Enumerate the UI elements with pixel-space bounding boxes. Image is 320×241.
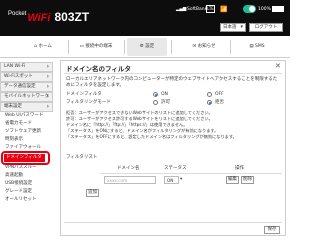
tab-notices[interactable]: ✉ お知らせ bbox=[184, 38, 224, 56]
note-line: 「ステータス」をONにすると、ドメイン名がフィルタリングが有効になります。 bbox=[66, 128, 219, 133]
sidebar-subitem-webui-password[interactable]: Web UIパスワード bbox=[5, 113, 43, 119]
sidebar-subitem-fast-boot[interactable]: 高速起動 bbox=[5, 173, 23, 179]
sidebar-item-device-settings[interactable]: 端末設定 bbox=[0, 102, 53, 112]
delete-button[interactable]: 削除 bbox=[241, 176, 254, 184]
domain-filter-label: ドメインフィルタ bbox=[66, 92, 102, 97]
page-title: ドメイン名のフィルタ bbox=[66, 65, 131, 73]
sidebar-subitem-grade-settings[interactable]: グレード設定 bbox=[5, 189, 32, 195]
battery-icon bbox=[272, 6, 284, 12]
note-line: 「ステータス」をOFFにすると、設定したドメイン名はフィルタリングが無効になりま… bbox=[66, 134, 237, 139]
chevron-down-icon: ▾ bbox=[180, 177, 183, 182]
deny-label: 拒否 bbox=[215, 100, 224, 105]
col-domain-header: ドメイン名 bbox=[117, 166, 140, 171]
note-line: 拒否：ユーザーがアクセスできないWebサイトのリストに追加してください。 bbox=[66, 110, 213, 115]
add-button[interactable]: 追加 bbox=[86, 189, 99, 197]
sidebar-item-wifi-spot[interactable]: Wi-Fiスポット bbox=[0, 72, 53, 82]
sidebar-subitem-all-reset[interactable]: オールリセット bbox=[5, 197, 37, 203]
domain-filter-off-radio[interactable] bbox=[207, 92, 212, 97]
status-select[interactable]: ON bbox=[164, 176, 179, 184]
language-select[interactable]: 日本語 bbox=[220, 23, 246, 32]
sidebar-item-data-settings[interactable]: データ通信設定 bbox=[0, 82, 53, 92]
logo: PocketWiFi 803ZT bbox=[8, 10, 90, 24]
domain-input[interactable]: xxxx.com bbox=[104, 176, 156, 184]
tab-devices[interactable]: ▭ 接続中の端末 bbox=[72, 38, 120, 56]
mode-deny-radio[interactable] bbox=[207, 100, 212, 105]
off-label: OFF bbox=[215, 92, 224, 97]
sidebar-subitem-power-save[interactable]: 省電力モード bbox=[5, 121, 32, 127]
sidebar-item-mobile-network[interactable]: モバイルネットワーク bbox=[0, 92, 53, 102]
sidebar-subitem-time-display[interactable]: 時刻表示 bbox=[5, 137, 23, 143]
highlight-callout bbox=[1, 151, 50, 165]
mode-allow-radio[interactable] bbox=[153, 100, 158, 105]
model-name: 803ZT bbox=[54, 10, 90, 24]
wifi-icon: 📶 bbox=[220, 6, 228, 13]
filter-list-heading: フィルタリスト bbox=[66, 155, 98, 160]
sidebar-item-lan-wifi[interactable]: LAN Wi-Fi bbox=[0, 62, 53, 72]
note-line: ドメイン名に「http://」「ftp://」「https://」は使用できませ… bbox=[66, 122, 188, 127]
table-divider bbox=[100, 173, 282, 174]
col-status-header: ステータス bbox=[164, 166, 187, 171]
tab-sms[interactable]: ▤ SMS bbox=[242, 38, 272, 56]
logout-button[interactable]: ログアウト bbox=[249, 23, 283, 32]
col-action-header: 操作 bbox=[235, 166, 244, 171]
carrier-label: SoftBank bbox=[187, 7, 208, 12]
divider bbox=[64, 73, 282, 74]
divider bbox=[64, 222, 282, 223]
edit-button[interactable]: 編集 bbox=[226, 176, 239, 184]
filtering-mode-label: フィルタリングモード bbox=[66, 100, 111, 105]
signal-icon: ▂▄▆ bbox=[176, 7, 187, 12]
tab-divider bbox=[124, 40, 125, 54]
save-button[interactable]: 保存 bbox=[264, 226, 280, 234]
sidebar-subitem-software-update[interactable]: ソフトウェア更新 bbox=[5, 129, 41, 135]
on-label: ON bbox=[161, 92, 168, 97]
close-icon[interactable]: ✕ bbox=[275, 62, 281, 70]
lte-badge: LTE bbox=[206, 5, 215, 13]
tab-home[interactable]: ⌂ ホーム bbox=[28, 38, 58, 56]
domain-filter-on-radio[interactable] bbox=[153, 92, 158, 97]
note-line: 許可：ユーザーがアクセス許可するWebサイトをリストに追加してください。 bbox=[66, 116, 213, 121]
allow-label: 許可 bbox=[161, 100, 170, 105]
battery-percent: 100% bbox=[258, 7, 271, 12]
sidebar-subitem-usb-settings[interactable]: USB接続設定 bbox=[5, 181, 32, 187]
sidebar-subitem-vpn-passthrough[interactable]: VPNパススルー bbox=[5, 165, 37, 171]
description-text: ローカルエリアネットワーク内のコンピューターが特定のウェブサイトへアクセスするこ… bbox=[66, 77, 278, 88]
tab-divider bbox=[171, 40, 172, 54]
tab-settings[interactable]: ⚙ 設定 bbox=[127, 38, 167, 56]
tab-divider bbox=[68, 40, 69, 54]
tab-divider bbox=[230, 40, 231, 54]
wifi-toggle[interactable] bbox=[243, 5, 256, 13]
